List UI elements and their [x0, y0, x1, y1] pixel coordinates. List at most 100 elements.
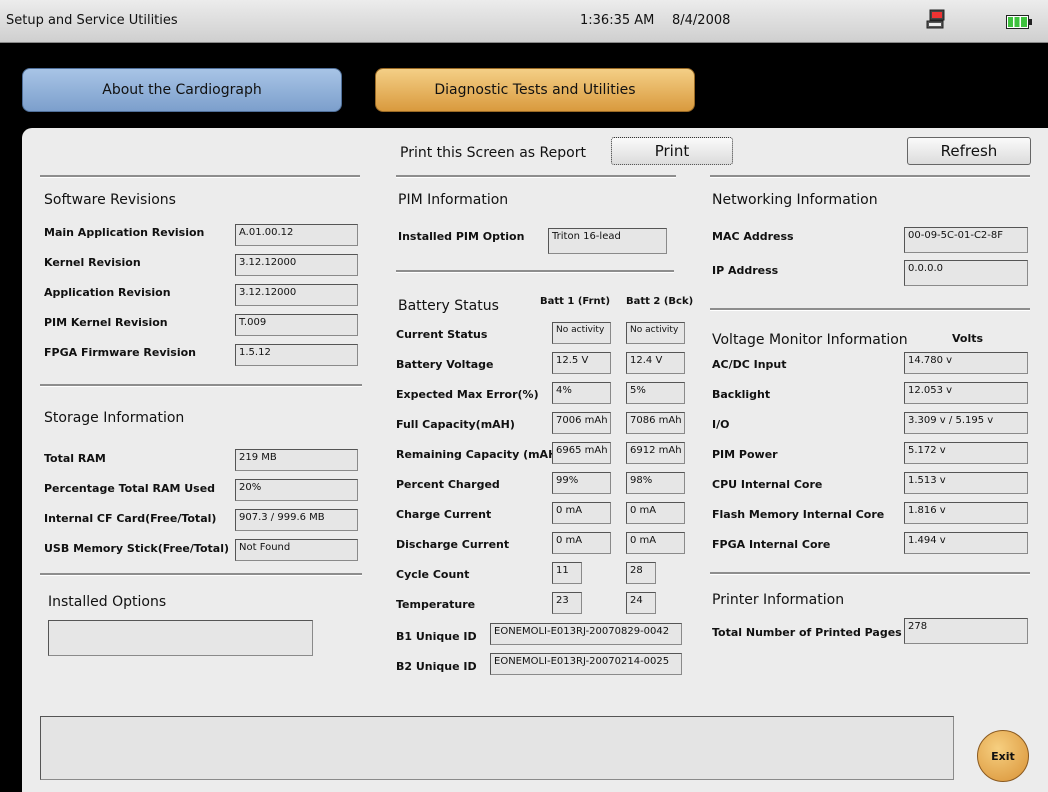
- network-computer-icon: [925, 8, 949, 36]
- cycle-count-b2: 28: [626, 562, 656, 584]
- b2-unique-id-value: EONEMOLI-E013RJ-20070214-0025: [490, 653, 682, 675]
- remaining-capacity-b1: 6965 mAh: [552, 442, 611, 464]
- usb-stick-label: USB Memory Stick(Free/Total): [44, 542, 229, 555]
- cf-card-label: Internal CF Card(Free/Total): [44, 512, 217, 525]
- max-error-label: Expected Max Error(%): [396, 388, 539, 401]
- print-button[interactable]: Print: [611, 137, 733, 165]
- app-revision-label: Application Revision: [44, 286, 171, 299]
- ip-address-value: 0.0.0.0: [904, 260, 1028, 286]
- divider: [40, 573, 362, 576]
- app-revision-value: 3.12.12000: [235, 284, 358, 306]
- temperature-label: Temperature: [396, 598, 476, 611]
- acdc-input-label: AC/DC Input: [712, 358, 787, 371]
- full-capacity-b2: 7086 mAh: [626, 412, 685, 434]
- b2-unique-id-label: B2 Unique ID: [396, 660, 477, 673]
- fpga-firmware-revision-value: 1.5.12: [235, 344, 358, 366]
- pim-information-heading: PIM Information: [398, 192, 509, 208]
- full-capacity-b1: 7006 mAh: [552, 412, 611, 434]
- b1-unique-id-label: B1 Unique ID: [396, 630, 477, 643]
- exit-button[interactable]: Exit: [977, 730, 1029, 782]
- clock-date: 8/4/2008: [672, 13, 731, 28]
- flash-core-label: Flash Memory Internal Core: [712, 508, 885, 521]
- current-status-b2: No activity: [626, 322, 685, 344]
- ip-address-label: IP Address: [712, 264, 779, 277]
- max-error-b1: 4%: [552, 382, 611, 404]
- software-revisions-heading: Software Revisions: [44, 192, 176, 208]
- percent-charged-b1: 99%: [552, 472, 611, 494]
- print-report-label: Print this Screen as Report: [400, 145, 586, 161]
- mac-address-value: 00-09-5C-01-C2-8F: [904, 227, 1028, 253]
- io-label: I/O: [712, 418, 730, 431]
- fpga-core-value: 1.494 v: [904, 532, 1028, 554]
- io-value: 3.309 v / 5.195 v: [904, 412, 1028, 434]
- main-app-revision-label: Main Application Revision: [44, 226, 205, 239]
- divider: [40, 175, 360, 178]
- discharge-current-label: Discharge Current: [396, 538, 510, 551]
- battery-voltage-label: Battery Voltage: [396, 358, 494, 371]
- installed-pim-label: Installed PIM Option: [398, 230, 525, 243]
- percent-charged-label: Percent Charged: [396, 478, 500, 491]
- printer-information-heading: Printer Information: [712, 592, 845, 608]
- flash-core-value: 1.816 v: [904, 502, 1028, 524]
- charge-current-b1: 0 mA: [552, 502, 611, 524]
- ram-used-label: Percentage Total RAM Used: [44, 482, 216, 495]
- status-message-box: [40, 716, 954, 780]
- fpga-firmware-revision-label: FPGA Firmware Revision: [44, 346, 196, 359]
- pim-power-label: PIM Power: [712, 448, 778, 461]
- total-ram-value: 219 MB: [235, 449, 358, 471]
- main-app-revision-value: A.01.00.12: [235, 224, 358, 246]
- remaining-capacity-label: Remaining Capacity (mAH): [396, 448, 563, 461]
- b1-unique-id-value: EONEMOLI-E013RJ-20070829-0042: [490, 623, 682, 645]
- installed-options-heading: Installed Options: [48, 594, 167, 610]
- kernel-revision-label: Kernel Revision: [44, 256, 141, 269]
- installed-options-field: [48, 620, 313, 656]
- printed-pages-value: 278: [904, 618, 1028, 644]
- storage-information-heading: Storage Information: [44, 410, 185, 426]
- batt1-column-header: Batt 1 (Frnt): [540, 296, 611, 307]
- printed-pages-label: Total Number of Printed Pages: [712, 626, 902, 639]
- kernel-revision-value: 3.12.12000: [235, 254, 358, 276]
- discharge-current-b2: 0 mA: [626, 532, 685, 554]
- max-error-b2: 5%: [626, 382, 685, 404]
- charge-current-label: Charge Current: [396, 508, 492, 521]
- full-capacity-label: Full Capacity(mAH): [396, 418, 515, 431]
- title-bar: Setup and Service Utilities 1:36:35 AM 8…: [0, 0, 1048, 43]
- cycle-count-b1: 11: [552, 562, 582, 584]
- pim-kernel-revision-label: PIM Kernel Revision: [44, 316, 168, 329]
- temperature-b2: 24: [626, 592, 656, 614]
- divider: [396, 175, 676, 178]
- tab-about-cardiograph[interactable]: About the Cardiograph: [22, 68, 342, 112]
- cpu-core-label: CPU Internal Core: [712, 478, 823, 491]
- total-ram-label: Total RAM: [44, 452, 106, 465]
- tab-diagnostic-tests[interactable]: Diagnostic Tests and Utilities: [375, 68, 695, 112]
- divider: [40, 384, 362, 387]
- cpu-core-value: 1.513 v: [904, 472, 1028, 494]
- app-title: Setup and Service Utilities: [6, 13, 178, 28]
- percent-charged-b2: 98%: [626, 472, 685, 494]
- usb-stick-value: Not Found: [235, 539, 358, 561]
- pim-kernel-revision-value: T.009: [235, 314, 358, 336]
- ram-used-value: 20%: [235, 479, 358, 501]
- charge-current-b2: 0 mA: [626, 502, 685, 524]
- battery-full-icon: [1006, 14, 1032, 33]
- pim-power-value: 5.172 v: [904, 442, 1028, 464]
- volts-unit-header: Volts: [952, 332, 984, 345]
- networking-information-heading: Networking Information: [712, 192, 878, 208]
- remaining-capacity-b2: 6912 mAh: [626, 442, 685, 464]
- temperature-b1: 23: [552, 592, 582, 614]
- batt2-column-header: Batt 2 (Bck): [626, 296, 694, 307]
- divider: [710, 308, 1030, 311]
- divider: [710, 572, 1030, 575]
- fpga-core-label: FPGA Internal Core: [712, 538, 831, 551]
- battery-voltage-b1: 12.5 V: [552, 352, 611, 374]
- current-status-label: Current Status: [396, 328, 488, 341]
- discharge-current-b1: 0 mA: [552, 532, 611, 554]
- mac-address-label: MAC Address: [712, 230, 794, 243]
- refresh-button[interactable]: Refresh: [907, 137, 1031, 165]
- installed-pim-value: Triton 16-lead: [548, 228, 667, 254]
- backlight-label: Backlight: [712, 388, 771, 401]
- voltage-monitor-heading: Voltage Monitor Information: [712, 332, 908, 348]
- cycle-count-label: Cycle Count: [396, 568, 470, 581]
- divider: [710, 175, 1030, 178]
- divider: [396, 270, 674, 273]
